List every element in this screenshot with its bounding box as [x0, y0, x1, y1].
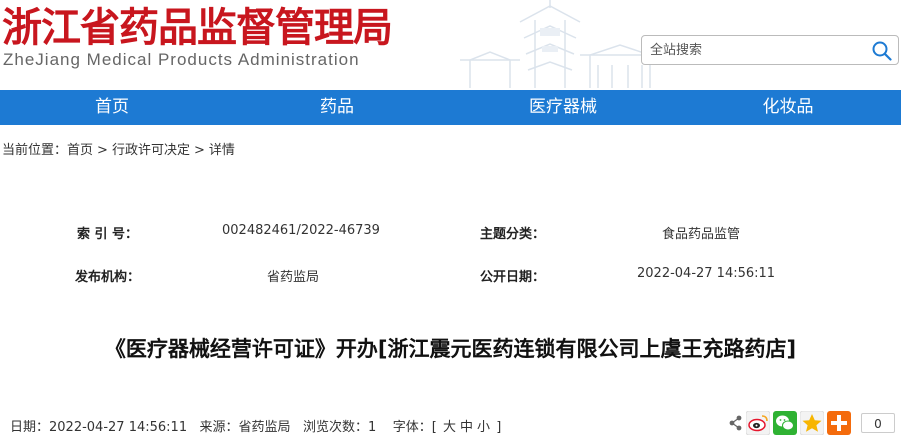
publish-date-value: 2022-04-27 14:56:11	[637, 266, 776, 281]
qzone-icon[interactable]	[800, 411, 824, 435]
font-size-control: 字体：[ 大中小 ]	[393, 420, 502, 435]
font-label: 字体：	[392, 420, 432, 435]
font-bracket-close: ]	[496, 420, 502, 435]
views-label: 浏览次数：	[302, 420, 368, 435]
add-icon[interactable]	[827, 411, 851, 435]
font-bracket-open: [	[431, 420, 437, 435]
share-count-badge: 0	[861, 413, 895, 433]
publisher-label: 发布机构：	[75, 270, 141, 285]
publish-date-label: 公开日期：	[480, 270, 546, 285]
site-title: 浙江省药品监督管理局	[2, 4, 393, 51]
weibo-icon[interactable]	[746, 411, 770, 435]
search-icon[interactable]	[872, 41, 892, 61]
nav-item-home[interactable]: 首页	[57, 90, 167, 125]
site-header: 浙江省药品监督管理局 ZheJiang Medical Products Adm…	[0, 0, 901, 90]
article-title: 《医疗器械经营许可证》开办[浙江震元医药连锁有限公司上虞王充路药店]	[104, 337, 797, 361]
nav-item-drugs[interactable]: 药品	[282, 90, 392, 125]
index-number-value: 002482461/2022-46739	[222, 223, 380, 238]
index-number-label: 索 引 号：	[77, 227, 139, 242]
font-small-link[interactable]: 小	[477, 420, 490, 435]
nav-item-cosmetics[interactable]: 化妆品	[733, 90, 843, 125]
font-medium-link[interactable]: 中	[460, 420, 473, 435]
views-value: 1	[367, 420, 377, 435]
breadcrumb: 当前位置：首页 > 行政许可决定 > 详情	[2, 139, 235, 158]
main-nav: 首页 药品 医疗器械 化妆品	[0, 90, 901, 125]
breadcrumb-separator: >	[193, 143, 205, 158]
nav-item-medical-devices[interactable]: 医疗器械	[508, 90, 618, 125]
breadcrumb-current: 详情	[208, 143, 235, 158]
source-label: 来源：	[199, 420, 239, 435]
breadcrumb-license-decisions-link[interactable]: 行政许可决定	[112, 143, 190, 158]
site-subtitle: ZheJiang Medical Products Administration	[3, 50, 360, 69]
article-info-bar: 日期：2022-04-27 14:56:11 来源：省药监局 浏览次数：1 字体…	[10, 416, 501, 435]
date-label: 日期：	[10, 420, 50, 435]
share-icon[interactable]	[728, 411, 744, 435]
date-value: 2022-04-27 14:56:11	[49, 420, 188, 435]
font-large-link[interactable]: 大	[443, 420, 456, 435]
search-box	[641, 35, 899, 65]
wechat-icon[interactable]	[773, 411, 797, 435]
breadcrumb-prefix: 当前位置：	[2, 143, 68, 158]
pagoda-watermark-icon	[460, 0, 660, 88]
breadcrumb-home-link[interactable]: 首页	[67, 143, 93, 158]
topic-category-label: 主题分类：	[480, 227, 546, 242]
breadcrumb-separator: >	[97, 143, 108, 158]
source-value: 省药监局	[238, 420, 291, 435]
publisher-value: 省药监局	[267, 270, 320, 285]
topic-category-value: 食品药品监管	[662, 227, 741, 242]
search-input[interactable]	[650, 39, 865, 61]
